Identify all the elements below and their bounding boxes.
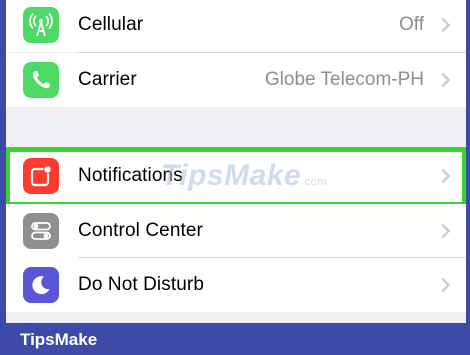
- phone-icon: [23, 62, 59, 98]
- settings-row-label: Cellular: [78, 14, 144, 35]
- settings-row-control-center[interactable]: Control Center: [6, 204, 466, 258]
- chevron-right-icon: [435, 277, 451, 293]
- watermark-text: TipsMake: [161, 159, 302, 192]
- control-center-icon: [23, 213, 59, 249]
- chevron-right-icon: [435, 168, 451, 184]
- settings-row-do-not-disturb[interactable]: Do Not Disturb: [6, 258, 466, 312]
- settings-row-value: Globe Telecom-PH: [264, 69, 424, 90]
- settings-row-label: Do Not Disturb: [78, 274, 204, 295]
- chevron-right-icon: [435, 223, 451, 239]
- settings-row-label: Control Center: [78, 220, 203, 241]
- chevron-right-icon: [435, 72, 451, 88]
- settings-row-carrier[interactable]: Carrier Globe Telecom-PH: [6, 53, 466, 107]
- chevron-right-icon: [435, 17, 451, 33]
- settings-row-value: Off: [399, 14, 424, 35]
- settings-row-cellular[interactable]: Cellular Off: [6, 0, 466, 52]
- watermark: TipsMake.com: [161, 159, 327, 193]
- settings-screen: Cellular Off Carrier Globe Telecom-PH No…: [6, 0, 466, 323]
- brand-logo-text: TipsMake: [20, 330, 98, 349]
- moon-icon: [23, 267, 59, 303]
- notifications-icon: [23, 158, 59, 194]
- settings-row-label: Carrier: [78, 69, 137, 90]
- watermark-suffix: .com: [301, 176, 328, 188]
- cellular-antenna-icon: [23, 7, 59, 43]
